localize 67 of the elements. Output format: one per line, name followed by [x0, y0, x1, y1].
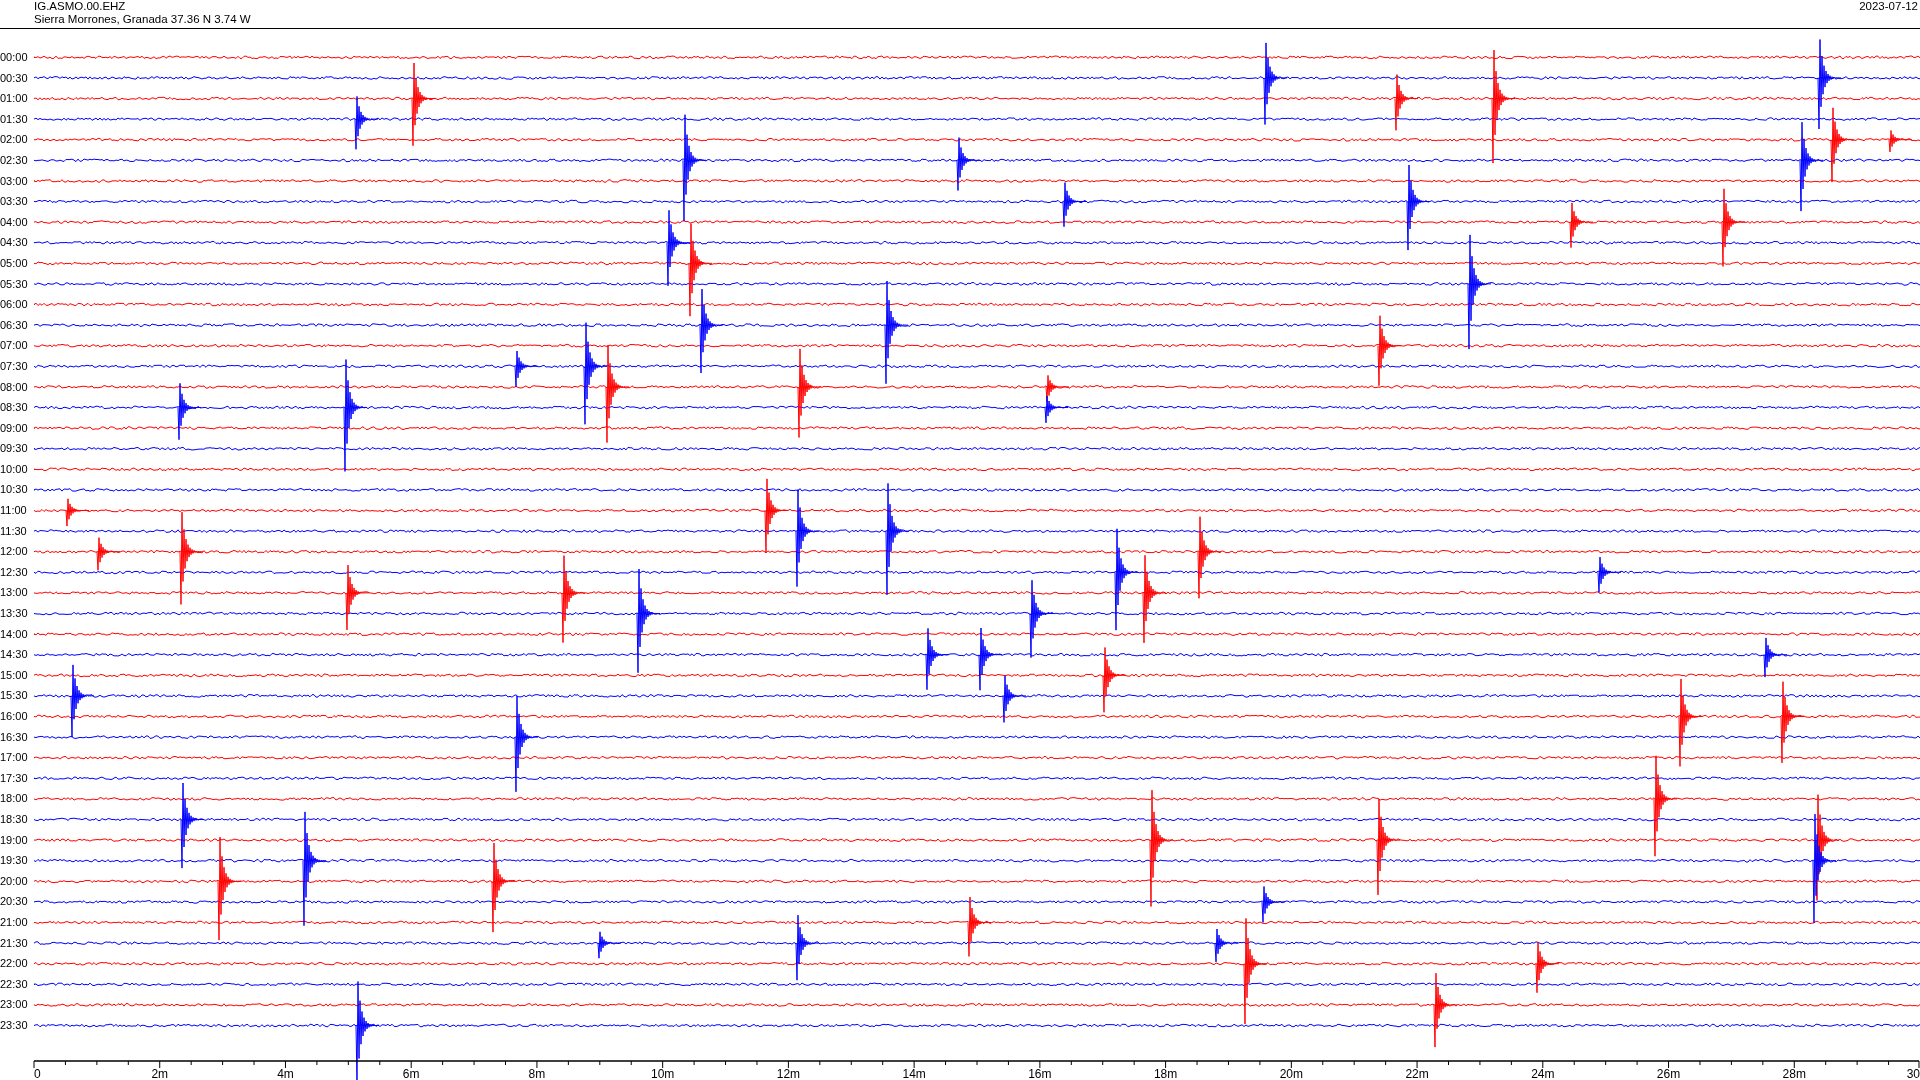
time-label: 02:30 [0, 152, 29, 168]
axis-tick-label: 24m [1531, 1066, 1555, 1080]
axis-tick-label: 0 [34, 1066, 41, 1080]
time-label: 00:30 [0, 70, 29, 86]
axis-tick-label: 14m [902, 1066, 926, 1080]
time-label: 17:30 [0, 770, 29, 786]
time-label: 00:00 [0, 50, 29, 65]
axis-tick-label: 30 [1906, 1066, 1920, 1080]
station-location: Sierra Morrones, Granada 37.36 N 3.74 W [34, 13, 251, 26]
time-label: 21:00 [0, 914, 29, 930]
time-label: 07:00 [0, 338, 29, 354]
station-code: IG.ASMO.00.EHZ [34, 0, 127, 13]
time-label: 11:30 [0, 523, 28, 539]
time-label: 04:00 [0, 214, 29, 230]
time-label: 10:30 [0, 482, 29, 498]
time-label: 20:30 [0, 894, 29, 910]
axis-tick-label: 22m [1405, 1066, 1429, 1080]
time-label: 18:30 [0, 811, 29, 827]
axis-tick-label: 26m [1656, 1066, 1681, 1080]
time-label: 05:30 [0, 276, 29, 292]
time-label: 03:30 [0, 194, 29, 210]
axis-tick-label: 12m [776, 1066, 801, 1080]
axis-tick-label: 16m [1028, 1066, 1052, 1080]
time-label: 15:00 [0, 667, 29, 683]
time-label: 09:30 [0, 441, 29, 457]
axis-tick-label: 8m [528, 1066, 546, 1080]
time-label: 23:30 [0, 1017, 29, 1033]
axis-tick-label: 28m [1782, 1066, 1806, 1080]
time-label: 21:30 [0, 935, 29, 951]
time-label: 10:00 [0, 461, 29, 477]
time-label: 20:00 [0, 873, 29, 889]
time-label: 03:00 [0, 173, 29, 189]
axis-tick-label: 6m [402, 1066, 420, 1080]
time-label: 23:00 [0, 997, 29, 1013]
time-label: 14:00 [0, 626, 29, 642]
time-label: 14:30 [0, 647, 29, 663]
axis-tick-label: 2m [151, 1066, 169, 1080]
time-label: 13:30 [0, 606, 29, 622]
time-label: 15:30 [0, 688, 29, 704]
time-label: 02:00 [0, 132, 29, 148]
time-label: 08:00 [0, 379, 29, 395]
time-label: 22:00 [0, 956, 29, 972]
time-label: 16:30 [0, 729, 29, 745]
time-label: 16:00 [0, 709, 29, 724]
time-label: 01:30 [0, 111, 29, 127]
time-label: 09:00 [0, 420, 29, 436]
time-label: 06:00 [0, 297, 29, 313]
axis-tick-label: 10m [651, 1066, 675, 1080]
time-label: 04:30 [0, 235, 29, 251]
axis-tick-label: 20m [1279, 1066, 1303, 1080]
record-date: 2023-07-12 [1859, 0, 1919, 14]
axis-tick-label: 18m [1153, 1066, 1178, 1080]
axis-tick-label: 4m [277, 1066, 294, 1080]
time-label: 08:30 [0, 400, 29, 416]
time-label: 17:00 [0, 750, 29, 766]
time-label: 19:00 [0, 832, 29, 848]
time-label: 11:00 [0, 503, 28, 519]
time-label: 07:30 [0, 358, 29, 374]
time-label: 12:30 [0, 564, 29, 580]
time-label: 13:00 [0, 585, 29, 601]
time-label: 05:00 [0, 255, 29, 271]
time-label: 01:00 [0, 91, 29, 107]
time-label: 12:00 [0, 544, 29, 560]
time-label: 18:00 [0, 791, 29, 807]
time-label: 22:30 [0, 976, 29, 992]
time-label: 06:30 [0, 317, 29, 333]
time-label: 19:30 [0, 853, 29, 869]
